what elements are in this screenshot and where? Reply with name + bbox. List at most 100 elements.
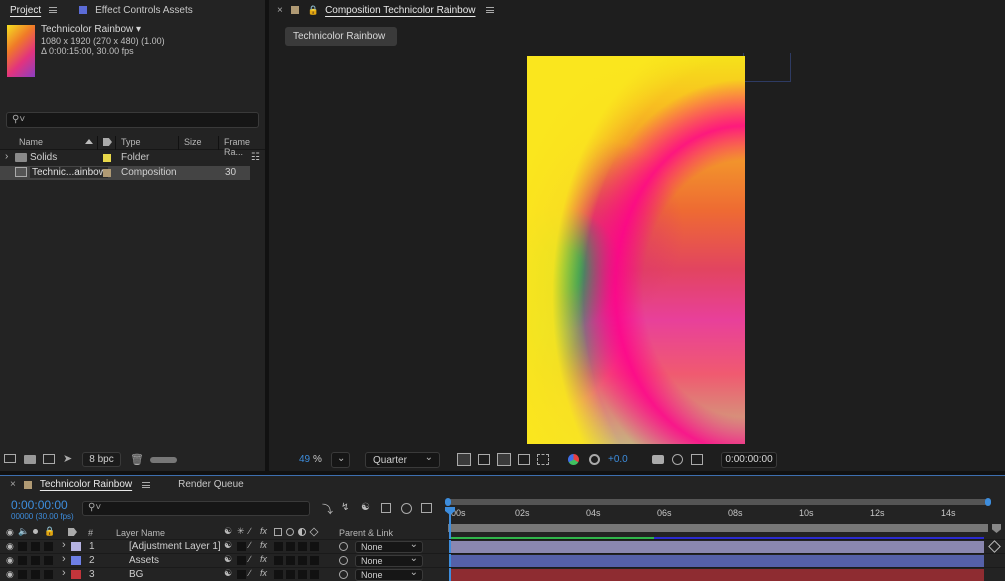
layer-row[interactable]: ◉ › 2 Assets ☯ ∕ fx None ⌄ (0, 553, 1005, 567)
solo-toggle[interactable] (31, 542, 40, 551)
label-color-swatch[interactable] (71, 542, 81, 551)
time-ruler[interactable]: 00s 02s 04s 06s 08s 10s 12s 14s (448, 507, 993, 523)
adjustment-switch[interactable] (298, 556, 307, 565)
exposure-value[interactable]: +0.0 (608, 454, 628, 465)
motion-blur-icon[interactable] (401, 503, 412, 514)
list-item[interactable]: › Solids Folder ☷ (0, 151, 265, 165)
col-type[interactable]: Type (121, 137, 141, 147)
audio-toggle[interactable] (18, 542, 27, 551)
bpc-button[interactable]: 8 bpc (82, 452, 121, 467)
collapse-switch[interactable] (237, 556, 246, 565)
frame-blend-switch[interactable] (274, 556, 283, 565)
shy-switch[interactable]: ☯ (224, 540, 232, 551)
layer-duration-bar[interactable] (451, 569, 984, 581)
eye-icon[interactable]: ◉ (6, 555, 14, 566)
color-management-icon[interactable] (589, 454, 600, 465)
comp-button[interactable]: Technicolor Rainbow (285, 27, 397, 46)
tab-effect-controls[interactable]: Effect Controls Assets (95, 5, 193, 16)
comp-name[interactable]: Technicolor Rainbow ▾ (41, 24, 141, 35)
lock-toggle[interactable] (44, 556, 53, 565)
tab-render-queue[interactable]: Render Queue (178, 479, 244, 490)
channels-icon[interactable] (568, 454, 579, 465)
lock-toggle[interactable] (44, 570, 53, 579)
quality-switch[interactable]: ∕ (249, 568, 251, 578)
lock-icon[interactable]: 🔒 (308, 5, 319, 16)
3d-switch[interactable] (310, 570, 319, 579)
show-snapshot-icon[interactable] (672, 454, 683, 465)
adjustment-switch[interactable] (298, 542, 307, 551)
frame-blend-switch[interactable] (274, 542, 283, 551)
timecode-field[interactable]: 0:00:00:00 (721, 452, 777, 468)
zoom-value[interactable]: 49 (299, 454, 310, 465)
parent-dropdown[interactable]: None ⌄ (355, 553, 423, 567)
grid-guides-icon[interactable] (537, 454, 549, 465)
chevron-right-icon[interactable]: › (5, 151, 8, 162)
3d-switch[interactable] (310, 556, 319, 565)
audio-toggle[interactable] (18, 556, 27, 565)
col-size[interactable]: Size (184, 137, 202, 147)
collapse-switch[interactable] (237, 542, 246, 551)
region-of-interest-icon[interactable] (518, 454, 530, 465)
lock-toggle[interactable] (44, 542, 53, 551)
layer-row[interactable]: ◉ › 3 BG ☯ ∕ fx None ⌄ (0, 567, 1005, 581)
frame-blend-switch[interactable] (274, 570, 283, 579)
col-name[interactable]: Name (19, 137, 43, 147)
resolution-dropdown[interactable]: Quarter ⌄ (365, 452, 440, 468)
layer-duration-bar[interactable] (451, 555, 984, 567)
fast-previews-icon[interactable] (457, 453, 471, 466)
list-item[interactable]: Technic...ainbow Composition 30 (0, 166, 250, 180)
pickwhip-icon[interactable] (339, 570, 348, 579)
trash-icon[interactable]: 🗑 (130, 453, 144, 466)
label-color-swatch[interactable] (71, 570, 81, 579)
frame-blending-icon[interactable] (381, 503, 391, 513)
comp-flowchart-icon[interactable]: ↯ (341, 502, 349, 513)
work-area-bar[interactable] (448, 524, 988, 532)
close-icon[interactable]: × (10, 479, 16, 490)
label-color-swatch[interactable] (71, 556, 81, 565)
col-layer-name[interactable]: Layer Name (116, 528, 165, 538)
adjustment-switch[interactable] (298, 570, 307, 579)
hierarchy-icon[interactable]: ☷ (251, 152, 260, 163)
collapse-switch[interactable] (237, 570, 246, 579)
expand-chevron-icon[interactable]: › (62, 567, 66, 579)
eye-icon[interactable]: ◉ (6, 569, 14, 580)
current-time[interactable]: 0:00:00:00 (11, 498, 68, 512)
audio-toggle[interactable] (18, 570, 27, 579)
timeline-search-input[interactable]: ⚲˅ (82, 501, 310, 516)
comp-marker-icon[interactable] (992, 524, 1001, 533)
thumbnail-slider[interactable] (150, 457, 177, 463)
parent-dropdown[interactable]: None ⌄ (355, 539, 423, 553)
3d-switch[interactable] (310, 542, 319, 551)
render-icon[interactable]: ➤ (63, 452, 72, 465)
eye-icon[interactable]: ◉ (6, 527, 14, 538)
tab-composition[interactable]: Composition Technicolor Rainbow (325, 5, 475, 16)
pickwhip-icon[interactable] (339, 542, 348, 551)
fx-switch[interactable]: fx (260, 540, 267, 550)
expand-chevron-icon[interactable]: › (62, 539, 66, 551)
panel-menu-icon[interactable] (142, 481, 151, 488)
solo-toggle[interactable] (31, 570, 40, 579)
panel-menu-icon[interactable] (485, 7, 494, 13)
layer-row[interactable]: ◉ › 1 [Adjustment Layer 1] ☯ ∕ fx None ⌄ (0, 539, 1005, 553)
layer-name[interactable]: [Adjustment Layer 1] (129, 541, 221, 552)
panel-menu-icon[interactable] (49, 7, 58, 13)
shy-switch[interactable]: ☯ (224, 568, 232, 579)
draft-3d-icon[interactable] (691, 454, 703, 465)
motion-blur-switch[interactable] (286, 556, 295, 565)
graph-editor-icon[interactable] (421, 503, 432, 513)
expand-chevron-icon[interactable]: › (62, 553, 66, 565)
draft-3d-switch-icon[interactable]: ⤵ (322, 501, 333, 517)
pickwhip-icon[interactable] (339, 556, 348, 565)
layer-name[interactable]: Assets (129, 555, 159, 566)
shy-switch[interactable]: ☯ (224, 554, 232, 565)
motion-blur-switch[interactable] (286, 570, 295, 579)
eye-icon[interactable]: ◉ (6, 541, 14, 552)
transparency-grid-icon[interactable] (478, 454, 490, 465)
interpret-footage-icon[interactable] (4, 454, 16, 463)
camera-icon[interactable] (652, 455, 664, 464)
new-composition-icon[interactable] (43, 454, 55, 464)
fx-switch[interactable]: fx (260, 554, 267, 564)
mask-visibility-icon[interactable] (497, 453, 511, 466)
fx-switch[interactable]: fx (260, 568, 267, 578)
composition-viewer[interactable] (269, 52, 1005, 446)
